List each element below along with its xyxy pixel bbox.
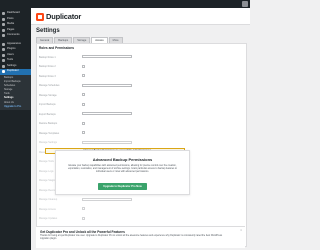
brand-header: Duplicator — [31, 8, 250, 25]
pro-promo-box: Get Duplicator Pro and Unlock all the Po… — [36, 226, 245, 248]
permission-checkbox[interactable] — [82, 74, 85, 77]
permission-row: Manage Schedules — [37, 81, 246, 91]
promo-text: Thanks for being a loyal Duplicator Lite… — [40, 235, 223, 240]
brand-name: Duplicator — [46, 12, 82, 21]
main-content: Duplicator Settings General Backups Stor… — [31, 8, 250, 250]
permission-row-label: Restore Backups — [39, 122, 58, 125]
permission-checkbox[interactable] — [82, 93, 85, 96]
permission-row: Import Backups — [37, 100, 246, 110]
permission-row-label: Manage Templates — [39, 131, 60, 135]
settings-panel: Roles and Permissions Backup Roles 1 Back… — [36, 42, 247, 247]
permission-row-label: Backup Roles 1 — [39, 55, 56, 59]
permission-row-label: Export Backups — [39, 112, 56, 116]
admin-bar — [0, 0, 250, 8]
promo-title: Get Duplicator Pro and Unlock all the Po… — [40, 230, 125, 234]
tools-icon — [2, 59, 5, 63]
permission-row: Backup Roles 3 — [37, 72, 246, 82]
admin-sidebar: Dashboard Posts Media Pages Comments App… — [0, 8, 31, 250]
permission-checkbox[interactable] — [82, 64, 85, 68]
close-icon[interactable]: × — [240, 229, 242, 232]
upgrade-button[interactable]: Upgrade to Duplicator Pro Now — [98, 183, 147, 190]
comments-icon — [2, 34, 5, 38]
permission-checkbox[interactable] — [82, 83, 132, 87]
permission-row-label: Manage Schedules — [39, 84, 60, 87]
permission-row: Restore Backups — [37, 119, 246, 129]
permission-row: Manage Storage — [37, 91, 246, 101]
permission-checkbox[interactable] — [82, 112, 132, 115]
posts-icon — [2, 17, 5, 21]
menu-item-comments[interactable]: Comments — [0, 33, 31, 39]
permission-row: Manage Templates — [37, 129, 246, 139]
pages-icon — [2, 28, 5, 32]
modal-title: Advanced Backup Permissions — [92, 157, 153, 162]
permission-row-label: Backup Roles 3 — [39, 74, 56, 78]
duplicator-icon — [2, 70, 5, 74]
submenu-item-upgrade[interactable]: Upgrade to Pro — [0, 105, 31, 109]
appearance-icon — [2, 42, 5, 46]
duplicator-logo: Duplicator — [36, 12, 81, 21]
modal-text: Elevate your backup capabilities with ad… — [68, 165, 177, 173]
section-title: Roles and Permissions — [39, 45, 75, 50]
permission-row-label: Import Backups — [39, 103, 56, 106]
permission-row-label: Backup Roles 2 — [39, 65, 56, 68]
permission-row-label: Manage Storage — [39, 93, 57, 97]
permission-checkbox[interactable] — [82, 121, 85, 125]
permission-row: Backup Roles 1 — [37, 53, 246, 63]
permission-checkbox[interactable] — [82, 102, 85, 106]
dashboard-icon — [2, 12, 5, 16]
page-title: Settings — [36, 28, 60, 34]
avatar[interactable] — [242, 1, 248, 7]
upgrade-modal: Advanced Backup Permissions Elevate your… — [55, 150, 190, 195]
permission-row: Backup Roles 2 — [37, 62, 246, 72]
users-icon — [2, 53, 5, 57]
settings-icon — [2, 64, 5, 68]
menu-item-duplicator[interactable]: Duplicator — [0, 69, 31, 75]
permission-checkbox[interactable] — [82, 131, 85, 134]
plugins-icon — [2, 48, 5, 52]
media-icon — [2, 23, 5, 27]
permission-checkbox[interactable] — [82, 55, 132, 58]
duplicator-submenu: Backups Import Backups Schedules Storage… — [0, 74, 31, 110]
duplicator-logo-icon — [36, 12, 44, 21]
permission-row: Export Backups — [37, 110, 246, 120]
